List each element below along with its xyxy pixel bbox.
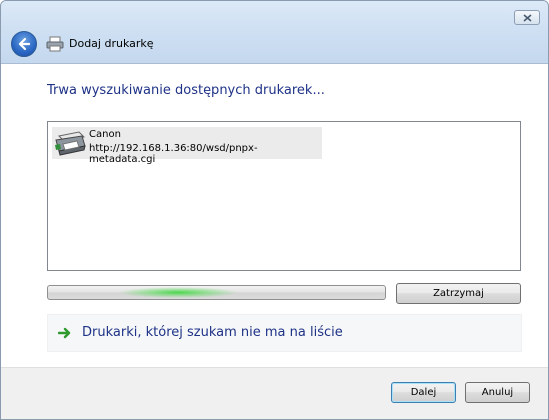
dialog-footer: Dalej Anuluj [1,367,548,419]
search-progress-bar [47,285,386,300]
main-content: Trwa wyszukiwanie dostępnych drukarek...… [1,63,548,367]
close-button[interactable] [514,10,540,25]
green-arrow-icon [58,327,71,339]
progress-glow [118,287,238,298]
printer-not-listed-label[interactable]: Drukarki, której szukam nie ma na liście [82,325,343,340]
printer-list[interactable]: Canon http://192.168.1.36:80/wsd/pnpx-me… [47,121,521,271]
printer-url: http://192.168.1.36:80/wsd/pnpx-metadata… [89,143,258,165]
printer-icon [46,36,64,52]
next-button[interactable]: Dalej [391,382,456,403]
stop-button[interactable]: Zatrzymaj [396,283,521,304]
printer-list-item[interactable]: Canon http://192.168.1.36:80/wsd/pnpx-me… [52,127,322,165]
title-bar: Dodaj drukarkę [1,1,548,63]
cancel-button[interactable]: Anuluj [465,382,530,403]
window-title: Dodaj drukarkę [69,37,154,50]
printer-icon [55,131,86,156]
back-button[interactable] [11,31,37,57]
printer-name: Canon [89,129,121,140]
back-arrow-icon [18,37,31,51]
close-icon [523,14,532,22]
add-printer-window: Dodaj drukarkę Trwa wyszukiwanie dostępn… [0,0,549,420]
printer-not-listed-link[interactable]: Drukarki, której szukam nie ma na liście [47,314,522,352]
page-heading: Trwa wyszukiwanie dostępnych drukarek... [47,83,325,98]
